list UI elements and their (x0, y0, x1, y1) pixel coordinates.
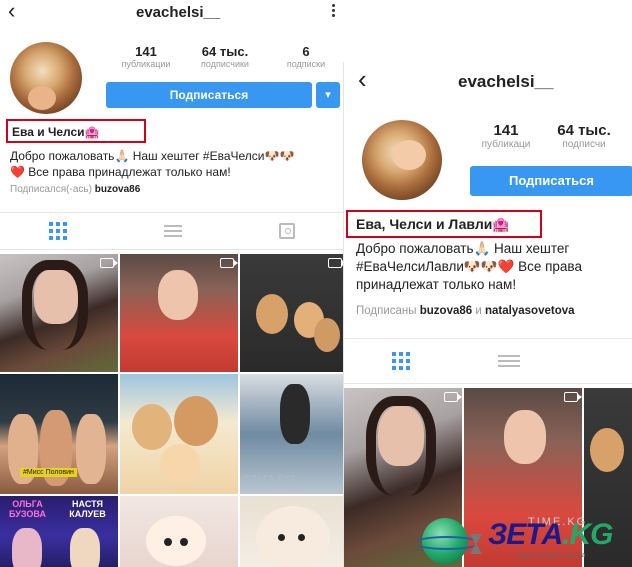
video-icon (328, 258, 344, 268)
list-view-icon[interactable] (163, 222, 182, 240)
poster-text: КАЛУЕВ (69, 509, 106, 519)
followed-by-line: Подписался(-ась) buzova86 (10, 184, 140, 195)
stat-followers[interactable]: 64 тыс. подписчи (544, 122, 624, 150)
profile-tabs (344, 338, 632, 384)
stat-following-value: 6 (302, 44, 310, 59)
stat-posts-value: 141 (493, 122, 519, 139)
back-arrow-icon[interactable]: ‹ (8, 0, 15, 22)
stat-posts: 141 публикации (112, 44, 180, 69)
profile-bio: Добро пожаловать🙏🏻 Наш хештег #ЕваЧелсиЛ… (356, 240, 632, 295)
photo-tile[interactable]: #Мисс Половин (0, 374, 118, 494)
stat-followers-value: 64 тыс. (201, 44, 249, 59)
watermark-tagline-bottom: вчера сегодня завтра (516, 552, 586, 559)
stat-followers-value: 64 тыс. (557, 122, 611, 139)
grid-view-icon[interactable] (392, 352, 410, 370)
stat-posts-label: публикации (121, 59, 171, 69)
watermark-brand-suffix: .KG (562, 518, 613, 551)
photo-tile[interactable] (120, 374, 238, 494)
chevron-down-icon[interactable]: ▾ (316, 82, 340, 108)
followed-by-and: и (475, 305, 482, 317)
bio-line: ❤️ Все права принадлежат только нам! (10, 165, 231, 180)
tagged-photos-icon[interactable] (279, 223, 296, 239)
watermark-brand: ЗЕТА.KG (488, 518, 613, 552)
composite-screenshot: ‹ evachelsi__ 141 публикации 64 тыс. под… (0, 0, 632, 567)
bio-line: #ЕваЧелсиЛавли🐶🐶❤️ Все права (356, 259, 582, 275)
profile-name: Ева и Челси🏩 (12, 125, 100, 139)
grid-view-icon[interactable] (48, 222, 67, 240)
photo-watermark: ОЛЬГА БУЗ (244, 474, 296, 483)
stat-posts: 141 публикаци (470, 122, 542, 150)
followed-by-prefix: Подписаны (356, 305, 417, 317)
watermark-brand-name: ЗЕТА (488, 518, 563, 551)
video-icon (444, 392, 462, 402)
right-profile-screenshot: ‹ evachelsi__ 141 публикаци 64 тыс. подп… (343, 62, 632, 567)
photo-grid: #Мисс Половин ОЛЬГА БУЗ ОЛЬГА БУЗОВА НАС… (0, 254, 344, 567)
followed-by-user-link[interactable]: buzova86 (420, 305, 472, 317)
profile-name: Ева, Челси и Лавли🏩 (356, 216, 510, 232)
video-icon (100, 258, 118, 268)
video-icon (564, 392, 582, 402)
followed-by-user-link[interactable]: natalyasovetova (485, 305, 575, 317)
photo-hashtag-label: #Мисс Половин (20, 468, 77, 477)
followed-by-user-link[interactable]: buzova86 (95, 184, 141, 195)
globe-logo-icon (414, 518, 480, 564)
photo-tile[interactable]: ОЛЬГА БУЗ (240, 374, 344, 494)
photo-tile[interactable] (120, 496, 238, 567)
profile-tabs (0, 212, 344, 250)
stat-posts-value: 141 (135, 44, 157, 59)
stat-following[interactable]: 6 подписки (276, 44, 336, 69)
stat-followers-label: подписчики (201, 59, 249, 69)
username-title: evachelsi__ (136, 4, 221, 21)
stat-followers-label: подписчи (562, 139, 606, 150)
list-view-icon[interactable] (498, 352, 520, 370)
bio-line: Добро пожаловать🙏🏻 Наш хештег #ЕваЧелси🐶… (10, 149, 295, 163)
username-title: evachelsi__ (458, 72, 554, 91)
followed-by-line: Подписаны buzova86 и natalyasovetova (356, 305, 575, 317)
bio-line: принадлежат только нам! (356, 277, 517, 293)
photo-tile[interactable] (240, 496, 344, 567)
left-profile-screenshot: ‹ evachelsi__ 141 публикации 64 тыс. под… (0, 0, 344, 567)
stat-posts-label: публикаци (481, 139, 531, 150)
subscribe-button[interactable]: Подписаться (470, 166, 632, 196)
photo-tile[interactable] (120, 254, 238, 372)
stat-followers[interactable]: 64 тыс. подписчики (190, 44, 260, 69)
avatar (362, 120, 442, 200)
photo-tile[interactable]: ОЛЬГА БУЗОВА НАСТЯ КАЛУЕВ (0, 496, 118, 567)
profile-bio: Добро пожаловать🙏🏻 Наш хештег #ЕваЧелси🐶… (10, 148, 344, 180)
site-watermark-logo: TIME.KG ЗЕТА.KG вчера сегодня завтра (410, 512, 632, 567)
stat-following-label: подписки (286, 59, 326, 69)
bio-line: Добро пожаловать🙏🏻 Наш хештег (356, 241, 570, 256)
video-icon (220, 258, 238, 268)
more-options-icon[interactable] (332, 4, 335, 17)
photo-tile[interactable] (0, 254, 118, 372)
photo-tile[interactable] (240, 254, 344, 372)
followed-by-prefix: Подписался(-ась) (10, 184, 92, 195)
back-arrow-icon[interactable]: ‹ (358, 66, 367, 92)
subscribe-button[interactable]: Подписаться (106, 82, 312, 108)
poster-text: БУЗОВА (9, 509, 46, 519)
avatar (10, 42, 82, 114)
